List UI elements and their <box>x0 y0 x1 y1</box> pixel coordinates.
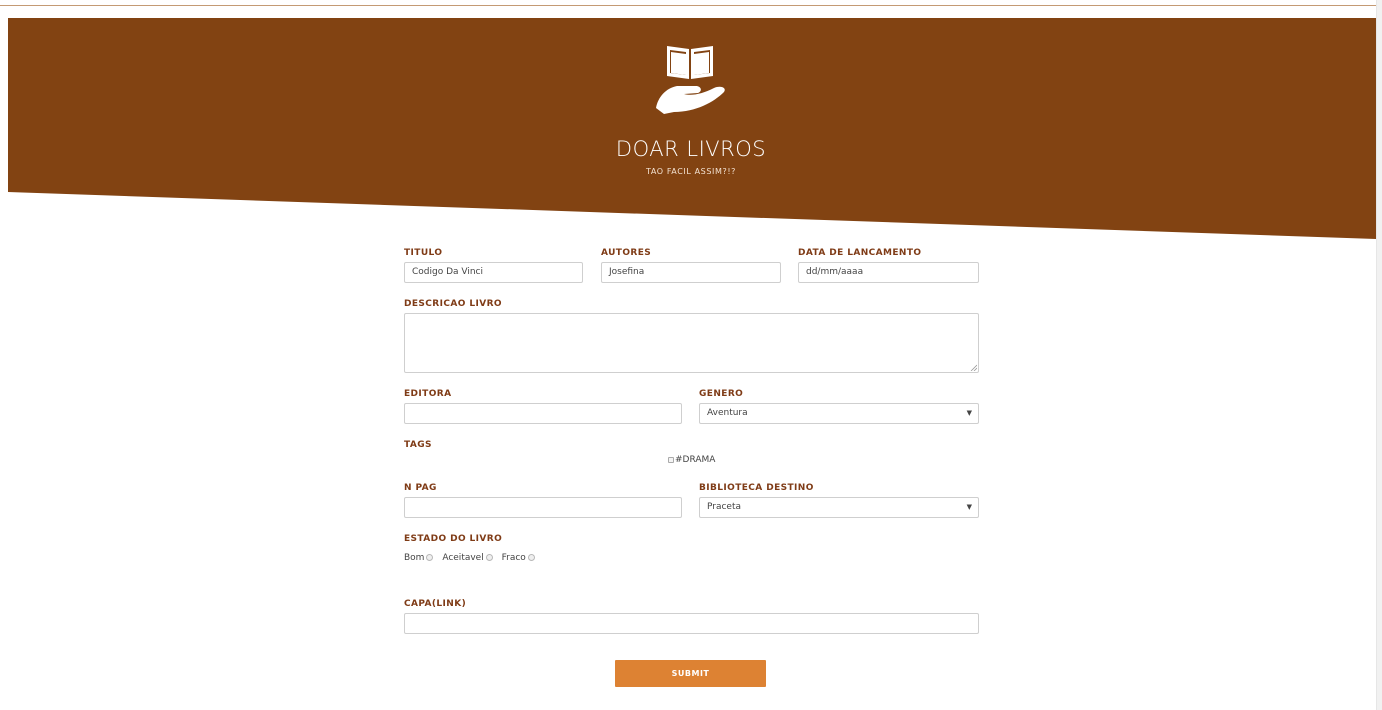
autores-input[interactable]: Josefina <box>601 262 781 283</box>
radio-label: Fraco <box>501 553 526 563</box>
scrollbar[interactable] <box>1376 0 1382 710</box>
estado-label: ESTADO DO LIVRO <box>404 534 503 544</box>
genero-select[interactable]: Aventura ▼ <box>699 403 979 424</box>
page-title: DOAR LIVROS <box>615 137 767 161</box>
radio-bom[interactable]: Bom <box>404 553 434 563</box>
checkbox-icon[interactable] <box>668 456 674 463</box>
titulo-input[interactable]: Codigo Da Vinci <box>404 262 583 283</box>
biblioteca-label: BIBLIOTECA DESTINO <box>699 483 814 493</box>
editora-input[interactable] <box>404 403 682 424</box>
genero-label: GENERO <box>699 389 744 399</box>
resize-grip-icon[interactable] <box>970 364 977 371</box>
capa-label: CAPA(LINK) <box>404 599 467 609</box>
radio-icon[interactable] <box>426 554 434 561</box>
book-in-hand-icon <box>656 46 725 114</box>
capa-input[interactable] <box>404 613 979 634</box>
tag-label: #DRAMA <box>675 455 716 465</box>
submit-button[interactable]: SUBMIT <box>615 660 766 687</box>
radio-label: Aceitavel <box>442 553 484 563</box>
tag-checkbox-drama[interactable]: #DRAMA <box>668 455 715 465</box>
biblioteca-selected-value: Praceta <box>707 502 742 512</box>
editora-label: EDITORA <box>404 389 452 399</box>
estado-radio-group: Bom Aceitavel Fraco <box>404 553 541 563</box>
dropdown-arrow-icon: ▼ <box>966 503 972 511</box>
radio-aceitavel[interactable]: Aceitavel <box>442 553 493 563</box>
npag-label: N PAG <box>404 483 437 493</box>
data-lancamento-label: DATA DE LANCAMENTO <box>798 248 922 258</box>
radio-icon[interactable] <box>527 554 535 561</box>
radio-icon[interactable] <box>485 554 493 561</box>
radio-label: Bom <box>404 553 425 563</box>
data-lancamento-input[interactable]: dd/mm/aaaa <box>798 262 979 283</box>
dropdown-arrow-icon: ▼ <box>966 409 972 417</box>
descricao-textarea[interactable] <box>404 313 979 373</box>
genero-selected-value: Aventura <box>707 408 748 418</box>
biblioteca-select[interactable]: Praceta ▼ <box>699 497 979 518</box>
npag-input[interactable] <box>404 497 682 518</box>
descricao-label: DESCRICAO LIVRO <box>404 299 502 309</box>
header-banner: DOAR LIVROS TAO FACIL ASSIM?!? <box>0 0 1376 245</box>
radio-fraco[interactable]: Fraco <box>502 553 535 563</box>
tags-label: TAGS <box>404 440 432 450</box>
page-subtitle: TAO FACIL ASSIM?!? <box>646 167 736 176</box>
titulo-label: TITULO <box>404 248 443 258</box>
banner-background <box>8 18 1376 239</box>
autores-label: AUTORES <box>601 248 652 258</box>
